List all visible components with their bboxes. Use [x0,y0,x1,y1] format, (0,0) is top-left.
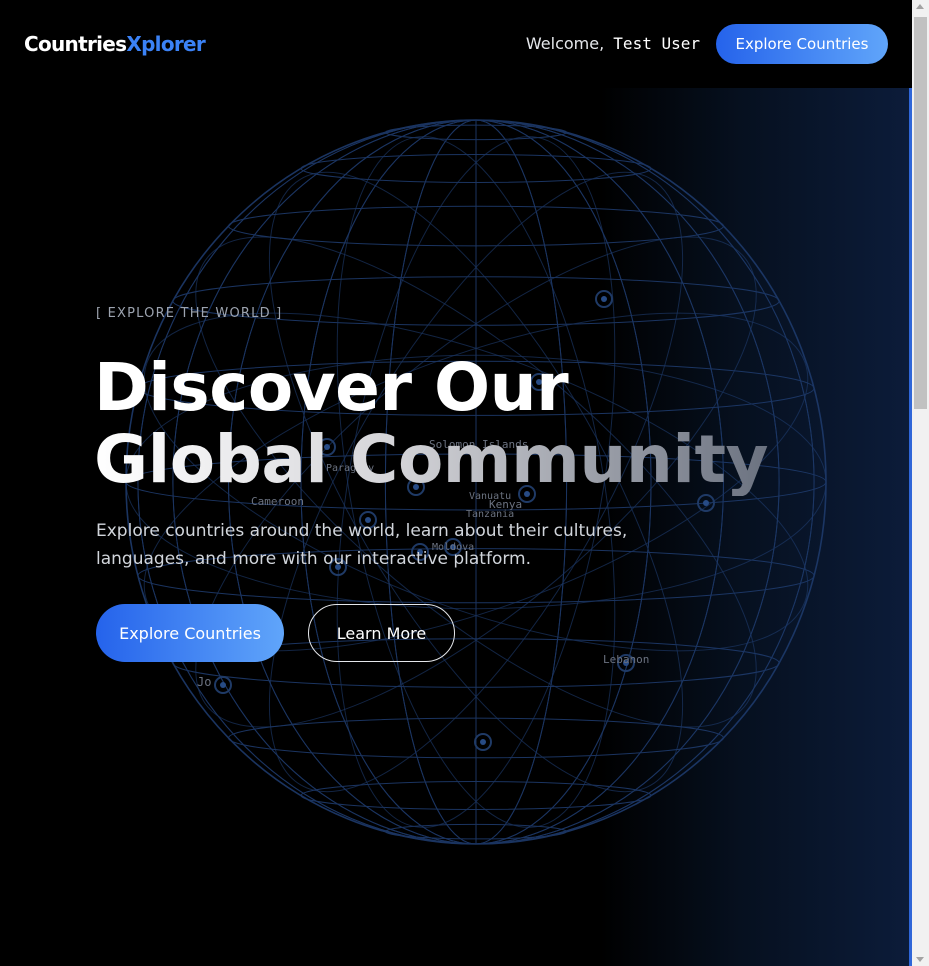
scroll-up-arrow-icon[interactable] [916,4,924,9]
user-name: Test User [613,34,700,53]
hero-title-line1: Discover Our [94,349,569,426]
hero-explore-countries-button[interactable]: Explore Countries [96,604,284,662]
globe-marker-dot [480,739,486,745]
scroll-down-arrow-icon[interactable] [916,957,924,962]
welcome-message: Welcome, Test User [526,34,700,53]
globe-latitude-line [384,823,568,840]
globe-latitude-line [300,781,652,811]
globe-marker [474,733,492,751]
welcome-prefix: Welcome, [525,34,605,53]
globe-latitude-line [384,124,568,141]
scrollbar[interactable] [912,0,929,966]
hero-subtitle: Explore countries around the world, lear… [96,521,628,569]
globe-label: Jo [197,675,211,689]
scrollbar-thumb[interactable] [914,17,927,409]
learn-more-button[interactable]: Learn More [308,604,455,662]
hero-title: Discover Our Global Community [94,349,769,498]
nav-explore-countries-button[interactable]: Explore Countries [716,24,888,64]
logo-part1: Countries [24,32,127,56]
globe-label: Kenya [489,498,522,511]
navbar: CountriesXplorer Welcome, Test User Expl… [0,0,912,88]
hero-eyebrow: [ EXPLORE THE WORLD ] [96,306,283,321]
hero-title-line2: Global Community [94,421,769,498]
globe-marker [214,676,232,694]
globe-latitude-line [300,153,652,183]
globe-marker-dot [220,682,226,688]
logo-part2: Xplorer [126,32,206,56]
logo[interactable]: CountriesXplorer [24,32,206,56]
page: Solomon Islands Paraguay Cameroon Vanuat… [0,0,912,966]
